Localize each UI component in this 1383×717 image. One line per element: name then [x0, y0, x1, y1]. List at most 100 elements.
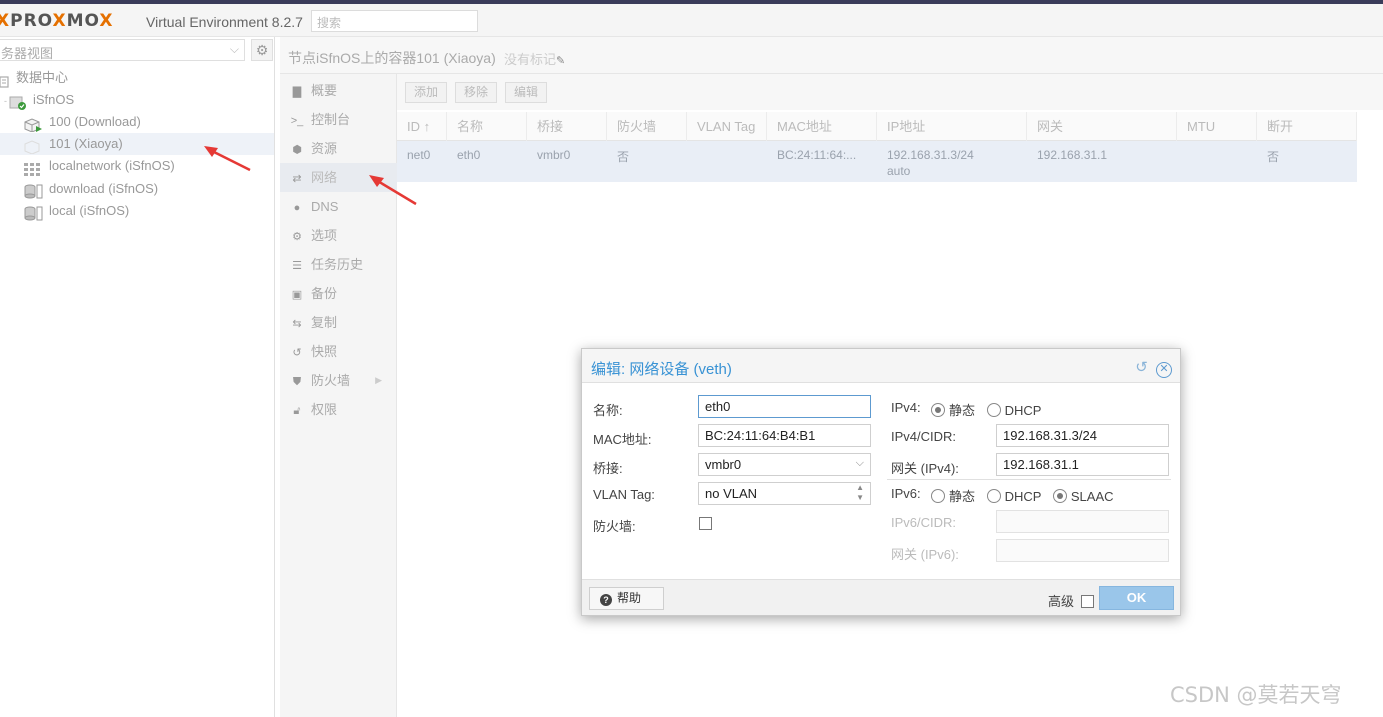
tree-settings-button[interactable]: ⚙ [251, 39, 273, 61]
tree-item-datacenter[interactable]: 数据中心 [0, 67, 274, 89]
spinner-icon: ▲ ▼ [856, 483, 864, 502]
nav-item-options[interactable]: ⚙ 选项 [280, 221, 397, 250]
dialog-footer: ? 帮助 高级 OK [582, 579, 1180, 615]
nav-item-console[interactable]: >_ 控制台 [280, 105, 397, 134]
column-header-firewall[interactable]: 防火墙 [607, 112, 687, 141]
book-icon: ▇ [292, 86, 302, 98]
nav-item-task-history[interactable]: ☰ 任务历史 [280, 250, 397, 279]
nav-item-permissions[interactable]: 🔓︎ 权限 [280, 395, 397, 424]
remove-button[interactable]: 移除 [455, 82, 498, 103]
ipv6-static-radio[interactable]: 静态 [931, 489, 975, 504]
storage-icon [24, 206, 43, 221]
view-select[interactable]: 务器视图 ⌵ [0, 39, 245, 61]
column-header-disconnect[interactable]: 断开 [1257, 112, 1357, 141]
ipv4-mode-group: 静态 DHCP [931, 400, 1041, 419]
tree-item-storage-local[interactable]: local (iSfnOS) [0, 200, 274, 222]
chevron-down-icon: ⌵ [855, 457, 864, 469]
network-toolbar: 添加 移除 编辑 [397, 74, 1383, 110]
close-icon[interactable]: ✕ [1156, 362, 1172, 378]
proxmox-logo[interactable]: XPROXMOX [0, 11, 114, 31]
bridge-select-value: vmbr0 [705, 457, 742, 472]
column-header-mac[interactable]: MAC地址 [767, 112, 877, 141]
cell-gateway: 192.168.31.1 [1037, 148, 1108, 162]
help-label: 帮助 [617, 591, 642, 605]
nav-item-label: DNS [311, 199, 339, 214]
advanced-label: 高级 [1048, 594, 1075, 609]
nav-item-label: 任务历史 [311, 257, 364, 272]
chevron-down-icon: ⌵ [229, 42, 239, 56]
column-header-bridge[interactable]: 桥接 [527, 112, 607, 141]
column-header-vlan[interactable]: VLAN Tag [687, 112, 767, 141]
ipv6-mode-group: 静态 DHCP SLAAC [931, 486, 1114, 505]
tree-item-ct-100[interactable]: 100 (Download) [0, 111, 274, 133]
node-online-icon [9, 95, 27, 110]
column-header-gateway[interactable]: 网关 [1027, 112, 1177, 141]
advanced-checkbox[interactable] [1080, 595, 1094, 608]
ipv4-static-radio[interactable]: 静态 [931, 403, 975, 418]
cell-id: net0 [407, 148, 431, 162]
gateway-ipv6-field[interactable] [996, 539, 1169, 562]
gateway-ipv6-label: 网关 (IPv6): [891, 547, 959, 562]
search-input[interactable]: 搜索 [311, 10, 478, 32]
advanced-toggle[interactable]: 高级 [1048, 591, 1094, 610]
divider [887, 479, 1171, 480]
tree-item-label: localnetwork (iSfnOS) [49, 158, 175, 173]
tree-item-node[interactable]: - iSfnOS [0, 89, 274, 111]
edit-network-dialog: 编辑: 网络设备 (veth) ↺ ✕ 名称: eth0 MAC地址: BC:2… [581, 348, 1181, 616]
column-header-ip[interactable]: IP地址 [877, 112, 1027, 141]
gateway-ipv4-field[interactable]: 192.168.31.1 [996, 453, 1169, 476]
nav-item-label: 复制 [311, 315, 338, 330]
ipv6-label: IPv6: [891, 486, 921, 501]
ipv6-cidr-field[interactable] [996, 510, 1169, 533]
nav-item-label: 资源 [311, 141, 338, 156]
top-bar: XPROXMOX Virtual Environment 8.2.7 搜索 [0, 4, 1383, 37]
tree-item-label: 101 (Xiaoya) [49, 136, 123, 151]
gear-icon: ⚙ [255, 42, 269, 58]
column-header-id[interactable]: ID ↑ [397, 112, 447, 141]
radio-off-icon [931, 489, 945, 503]
dialog-titlebar: 编辑: 网络设备 (veth) ↺ ✕ [582, 349, 1180, 383]
firewall-checkbox[interactable] [699, 517, 712, 530]
annotation-arrow-network [369, 175, 417, 206]
nav-item-firewall[interactable]: ⛊ 防火墙 ▶ [280, 366, 397, 395]
vlan-stepper-value: no VLAN [705, 486, 758, 501]
sdn-grid-icon [24, 161, 43, 176]
bridge-select[interactable]: vmbr0 ⌵ [698, 453, 871, 476]
ipv4-cidr-field[interactable]: 192.168.31.3/24 [996, 424, 1169, 447]
bridge-label: 桥接: [593, 461, 623, 476]
vlan-stepper[interactable]: no VLAN ▲ ▼ [698, 482, 871, 505]
nav-item-label: 防火墙 [311, 373, 351, 388]
cell-name: eth0 [457, 148, 481, 162]
nav-item-summary[interactable]: ▇ 概要 [280, 76, 397, 105]
nav-item-resources[interactable]: ⬢ 资源 [280, 134, 397, 163]
exchange-icon: ⇄ [292, 173, 302, 185]
mac-field[interactable]: BC:24:11:64:B4:B1 [698, 424, 871, 447]
ok-button[interactable]: OK [1099, 586, 1174, 610]
table-row[interactable]: net0 eth0 vmbr0 否 BC:24:11:64:... 192.16… [397, 141, 1357, 182]
edit-button[interactable]: 编辑 [505, 82, 548, 103]
radio-on-icon [931, 403, 945, 417]
ipv6-slaac-radio[interactable]: SLAAC [1052, 489, 1114, 504]
dialog-title: 编辑: 网络设备 (veth) [591, 361, 732, 378]
gear-icon: ⚙ [292, 231, 302, 243]
column-header-mtu[interactable]: MTU [1177, 112, 1257, 141]
cell-ip: 192.168.31.3/24 auto [877, 148, 1027, 178]
add-button[interactable]: 添加 [405, 82, 448, 103]
nav-item-backup[interactable]: ▣ 备份 [280, 279, 397, 308]
tags-edit[interactable]: 没有标记✎ [504, 49, 565, 68]
nav-item-snapshots[interactable]: ↺ 快照 [280, 337, 397, 366]
floppy-icon: ▣ [291, 289, 303, 301]
ipv6-slaac-label: SLAAC [1070, 489, 1114, 504]
name-field[interactable]: eth0 [698, 395, 871, 418]
gateway-ipv4-label: 网关 (IPv4): [891, 461, 959, 476]
ipv4-dhcp-radio[interactable]: DHCP [986, 403, 1041, 418]
help-button[interactable]: ? 帮助 [589, 587, 664, 610]
dialog-title-icons: ↺ ✕ [1131, 358, 1172, 378]
ipv6-dhcp-radio[interactable]: DHCP [986, 489, 1041, 504]
shield-icon: ⛊ [292, 376, 302, 388]
tree-item-label: local (iSfnOS) [49, 203, 130, 218]
tree-item-storage-download[interactable]: download (iSfnOS) [0, 178, 274, 200]
nav-item-replication[interactable]: ⇆ 复制 [280, 308, 397, 337]
column-header-name[interactable]: 名称 [447, 112, 527, 141]
reset-icon[interactable]: ↺ [1135, 358, 1148, 376]
